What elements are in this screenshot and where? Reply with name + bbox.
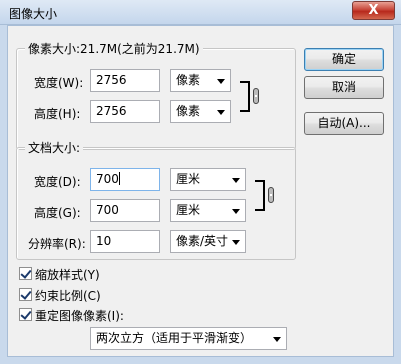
doc-width-unit-value: 厘米 (176, 172, 201, 186)
resample-label: 重定图像像素(I): (35, 309, 124, 323)
chain-link-icon (268, 187, 274, 203)
resolution-input[interactable]: 10 (90, 230, 160, 253)
resolution-unit-value: 像素/英寸 (176, 234, 229, 248)
cancel-button[interactable]: 取消 (304, 76, 384, 99)
chevron-down-icon (232, 178, 240, 183)
ok-button[interactable]: 确定 (304, 48, 384, 71)
auto-button[interactable]: 自动(A)... (304, 112, 384, 135)
doc-width-unit-select[interactable]: 厘米 (170, 168, 246, 191)
resample-checkbox[interactable] (19, 308, 32, 321)
doc-height-unit-select[interactable]: 厘米 (170, 199, 246, 222)
constrain-proportions-checkbox[interactable] (19, 288, 32, 301)
doc-width-value: 700 (96, 172, 119, 186)
resolution-label: 分辨率(R): (28, 237, 86, 251)
chevron-down-icon (232, 209, 240, 214)
doc-height-input[interactable]: 700 (90, 199, 160, 222)
pixel-width-unit-value: 像素 (176, 73, 201, 87)
scale-styles-checkbox[interactable] (19, 267, 32, 280)
constrain-proportions-label: 约束比例(C) (35, 289, 101, 303)
pixel-height-label: 高度(H): (34, 107, 81, 121)
chain-link-icon (253, 88, 259, 104)
pixel-dimensions-title: 像素大小:21.7M(之前为21.7M) (25, 40, 203, 57)
document-size-title: 文档大小: (25, 139, 84, 156)
doc-width-label: 宽度(D): (34, 175, 81, 189)
scale-styles-label: 缩放样式(Y) (35, 268, 100, 282)
doc-width-input[interactable]: 700 (90, 168, 160, 191)
doc-height-unit-value: 厘米 (176, 203, 201, 217)
title-bar: 图像大小 X (0, 0, 401, 25)
doc-height-label: 高度(G): (34, 206, 81, 220)
resample-method-value: 两次立方（适用于平滑渐变） (96, 331, 253, 345)
pixel-width-label: 宽度(W): (34, 76, 84, 90)
pixel-height-unit-value: 像素 (176, 104, 201, 118)
close-button[interactable]: X (352, 1, 395, 20)
pixel-height-input[interactable]: 2756 (90, 100, 160, 123)
pixel-width-input[interactable]: 2756 (90, 69, 160, 92)
chevron-down-icon (217, 110, 225, 115)
dialog-client: 像素大小:21.7M(之前为21.7M) 宽度(W): 2756 像素 高度(H… (7, 25, 394, 357)
window-title: 图像大小 (9, 7, 58, 21)
chevron-down-icon (232, 240, 240, 245)
pixel-height-unit-select[interactable]: 像素 (170, 100, 231, 123)
chevron-down-icon (273, 337, 281, 342)
document-link-bracket (255, 180, 265, 211)
resample-method-select[interactable]: 两次立方（适用于平滑渐变） (90, 327, 287, 350)
pixel-width-unit-select[interactable]: 像素 (170, 69, 231, 92)
pixel-link-bracket (240, 81, 250, 112)
resolution-unit-select[interactable]: 像素/英寸 (170, 230, 246, 253)
chevron-down-icon (217, 79, 225, 84)
text-caret (118, 172, 120, 185)
